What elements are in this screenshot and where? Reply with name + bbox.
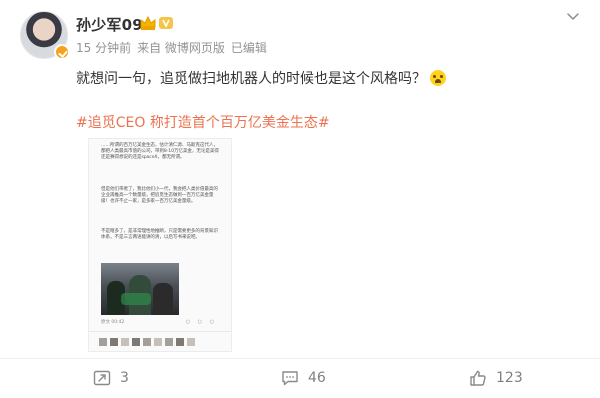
avatar[interactable]: [20, 11, 70, 60]
vip-crown-icon[interactable]: [139, 15, 157, 31]
divider: [0, 358, 600, 359]
post-text-body: 就想问一句，追觅做扫地机器人的时候也是这个风格吗？: [76, 71, 426, 87]
repost-icon: [93, 370, 111, 386]
article-paragraph: ……所谓的百万亿美金生态，估计清仁源、马斯克这代人，都把人类最高市值的公司，带到…: [101, 143, 219, 161]
article-paragraph: 不是瞎多了，是非常理性地推断，只是需要更多的背景知识体系，不是三言两语能讲的清，…: [101, 229, 218, 241]
article-photo: [101, 263, 179, 315]
post-time[interactable]: 15 分钟前: [76, 39, 131, 56]
crying-face-icon: [430, 70, 446, 86]
edited-label[interactable]: 已编辑: [231, 39, 267, 56]
photo-caption: 原文 00:42: [101, 320, 125, 325]
photo-icons: ○ ○ ○: [185, 319, 217, 325]
divider: [89, 331, 231, 332]
username[interactable]: 孙少军09: [76, 14, 143, 35]
comment-count: 46: [308, 370, 326, 386]
comment-button[interactable]: 46: [280, 367, 326, 389]
topic-link[interactable]: #追觅CEO 称打造首个百万亿美金生态#: [76, 112, 330, 132]
like-button[interactable]: 123: [468, 367, 523, 389]
weibo-post-card: 孙少军09 15 分钟前 来自 微博网页版 已编辑 就想问一句，追觅做扫地机器人…: [0, 0, 600, 398]
verified-badge-icon: [54, 44, 70, 60]
comment-icon: [282, 371, 298, 386]
thumbs-up-icon: [470, 370, 486, 386]
post-source: 来自 微博网页版: [137, 41, 225, 55]
repost-count: 3: [120, 370, 129, 386]
post-text: 就想问一句，追觅做扫地机器人的时候也是这个风格吗？: [76, 68, 446, 88]
like-count: 123: [496, 370, 523, 386]
level-badge-icon[interactable]: [158, 15, 174, 31]
chevron-down-icon[interactable]: [565, 8, 581, 24]
post-meta: 15 分钟前 来自 微博网页版 已编辑: [76, 39, 267, 56]
thumbnail-strip: [99, 338, 195, 346]
repost-button[interactable]: 3: [92, 367, 129, 389]
article-image[interactable]: ……所谓的百万亿美金生态，估计清仁源、马斯克这代人，都把人类最高市值的公司，带到…: [88, 138, 232, 352]
article-paragraph: 但是他们带者了，我比他们小一代，我会把人类价值最高的企业再推高一个数量级，把追觅…: [101, 187, 218, 205]
